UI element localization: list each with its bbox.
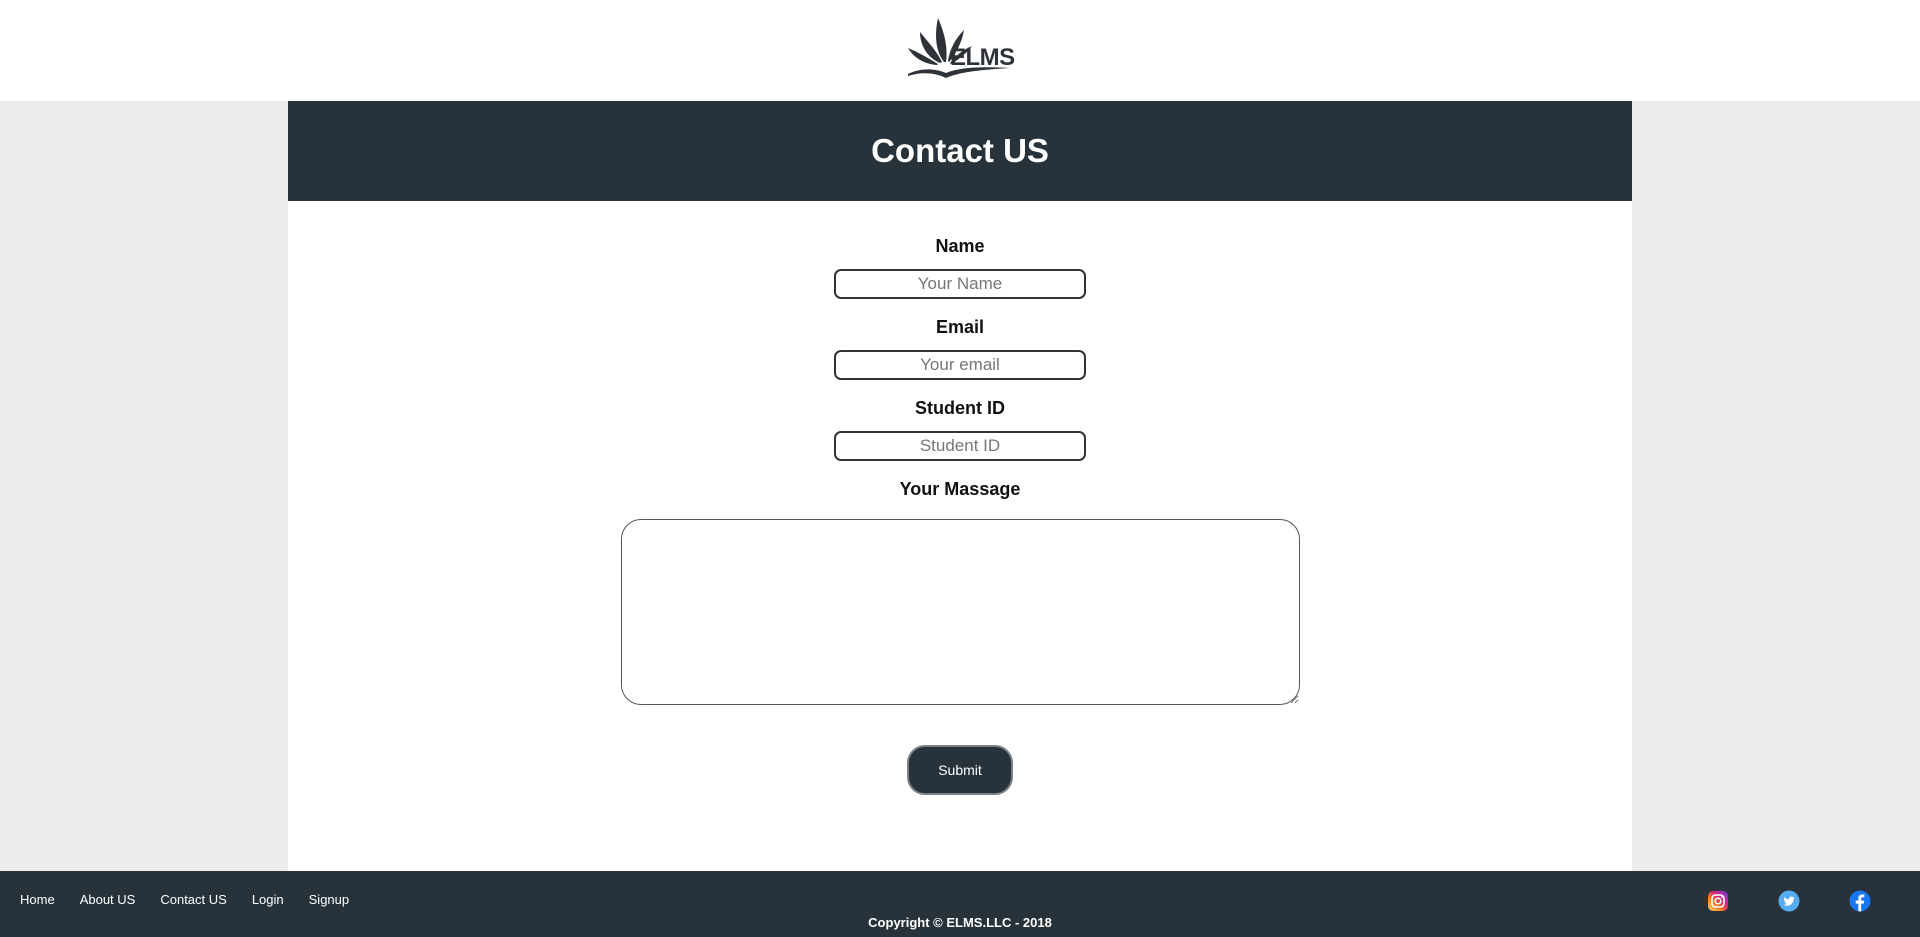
facebook-icon[interactable] — [1849, 890, 1871, 912]
footer-link-login[interactable]: Login — [252, 892, 284, 907]
footer-link-signup[interactable]: Signup — [309, 892, 349, 907]
email-label: Email — [935, 317, 985, 337]
page-title: Contact US — [871, 132, 1049, 169]
name-label: Name — [935, 236, 985, 256]
footer-link-about[interactable]: About US — [80, 892, 136, 907]
submit-button[interactable]: Submit — [907, 745, 1013, 795]
footer-link-home[interactable]: Home — [20, 892, 55, 907]
twitter-icon[interactable] — [1778, 890, 1800, 912]
footer-link-contact[interactable]: Contact US — [160, 892, 226, 907]
top-bar: ELMS — [0, 0, 1920, 101]
student-id-input[interactable] — [834, 431, 1086, 461]
message-textarea[interactable] — [621, 519, 1300, 705]
logo-text: ELMS — [950, 44, 1015, 71]
footer: Home About US Contact US Login Signup Co… — [0, 871, 1920, 937]
instagram-icon[interactable] — [1707, 890, 1729, 912]
page-header: Contact US — [288, 101, 1632, 201]
message-label: Your Massage — [899, 479, 1021, 499]
contact-panel: Contact US Name Email Student ID Your Ma… — [288, 101, 1632, 871]
elms-logo[interactable]: ELMS — [906, 16, 1015, 82]
email-input[interactable] — [834, 350, 1086, 380]
student-id-label: Student ID — [915, 398, 1005, 418]
footer-nav: Home About US Contact US Login Signup — [20, 892, 374, 907]
name-input[interactable] — [834, 269, 1086, 299]
copyright-text: Copyright © ELMS.LLC - 2018 — [868, 915, 1052, 930]
